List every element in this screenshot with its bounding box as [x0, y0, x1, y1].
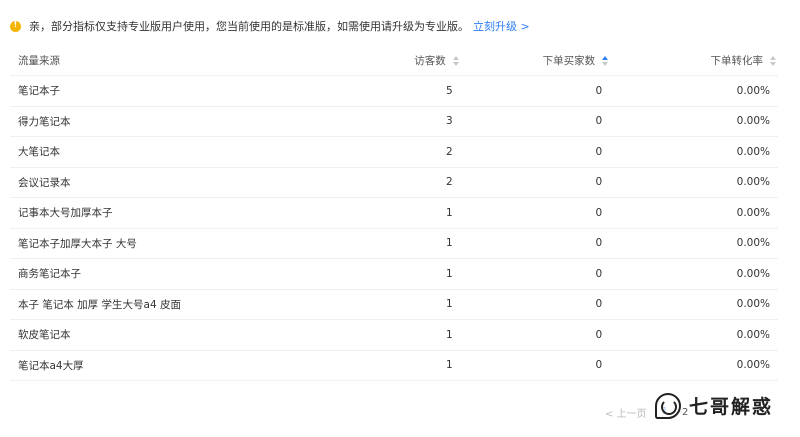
- cell-source: 笔记本a4大厚: [10, 350, 271, 381]
- cell-source: 商务笔记本子: [10, 258, 271, 290]
- column-header-source: 流量来源: [10, 45, 271, 76]
- upgrade-notice: 亲，部分指标仅支持专业版用户使用，您当前使用的是标准版，如需使用请升级为专业版。…: [10, 16, 530, 36]
- column-header-visitors[interactable]: 访客数: [270, 45, 461, 76]
- table-row: 笔记本子 5 0 0.00%: [10, 75, 778, 107]
- table-row: 笔记本a4大厚 1 0 0.00%: [10, 350, 778, 381]
- cell-buyers: 0: [460, 106, 611, 137]
- cell-visitors: 5: [270, 75, 461, 107]
- cell-source: 软皮笔记本: [10, 319, 271, 351]
- cell-conversion: 0.00%: [610, 289, 778, 320]
- column-header-conversion[interactable]: 下单转化率: [610, 45, 778, 76]
- cell-source: 笔记本子加厚大本子 大号: [10, 228, 271, 259]
- watermark: 七哥解惑: [655, 392, 773, 419]
- upgrade-link[interactable]: 立刻升级 >: [473, 18, 530, 34]
- sort-ascending-icon[interactable]: [600, 55, 610, 66]
- table-row: 会议记录本 2 0 0.00%: [10, 167, 778, 198]
- cell-buyers: 0: [460, 289, 611, 320]
- cell-visitors: 1: [270, 289, 461, 320]
- cell-visitors: 1: [270, 258, 461, 290]
- cell-source: 会议记录本: [10, 167, 271, 198]
- cell-source: 得力笔记本: [10, 106, 271, 137]
- cell-source: 记事本大号加厚本子: [10, 197, 271, 229]
- table-row: 记事本大号加厚本子 1 0 0.00%: [10, 197, 778, 229]
- notice-text: 亲，部分指标仅支持专业版用户使用，您当前使用的是标准版，如需使用请升级为专业版。: [29, 20, 469, 33]
- cell-visitors: 1: [270, 228, 461, 259]
- table-row: 大笔记本 2 0 0.00%: [10, 136, 778, 168]
- wechat-logo-icon: [655, 392, 681, 419]
- cell-visitors: 1: [270, 319, 461, 351]
- sort-icon[interactable]: [768, 55, 778, 66]
- table-row: 商务笔记本子 1 0 0.00%: [10, 258, 778, 290]
- table-row: 软皮笔记本 1 0 0.00%: [10, 319, 778, 351]
- sort-icon[interactable]: [451, 55, 461, 66]
- table-row: 笔记本子加厚大本子 大号 1 0 0.00%: [10, 228, 778, 259]
- cell-buyers: 0: [460, 350, 611, 381]
- cell-conversion: 0.00%: [610, 319, 778, 351]
- cell-conversion: 0.00%: [610, 258, 778, 290]
- warning-icon: [10, 20, 21, 32]
- traffic-source-table: 流量来源 访客数 下单买家数 下单转化率 笔记本子 5 0 0.00% 得力笔记…: [10, 45, 778, 381]
- cell-conversion: 0.00%: [610, 106, 778, 137]
- cell-source: 本子 笔记本 加厚 学生大号a4 皮面: [10, 289, 271, 320]
- cell-conversion: 0.00%: [610, 136, 778, 168]
- cell-buyers: 0: [460, 136, 611, 168]
- cell-buyers: 0: [460, 228, 611, 259]
- cell-conversion: 0.00%: [610, 75, 778, 107]
- table-header-row: 流量来源 访客数 下单买家数 下单转化率: [10, 45, 778, 76]
- cell-buyers: 0: [460, 75, 611, 107]
- cell-source: 大笔记本: [10, 136, 271, 168]
- cell-visitors: 1: [270, 350, 461, 381]
- cell-visitors: 1: [270, 197, 461, 229]
- cell-conversion: 0.00%: [610, 228, 778, 259]
- cell-visitors: 3: [270, 106, 461, 137]
- cell-conversion: 0.00%: [610, 167, 778, 198]
- prev-page-button[interactable]: < 上一页: [605, 405, 647, 420]
- table-row: 得力笔记本 3 0 0.00%: [10, 106, 778, 137]
- cell-visitors: 2: [270, 167, 461, 198]
- cell-buyers: 0: [460, 319, 611, 351]
- watermark-text: 七哥解惑: [689, 396, 774, 418]
- cell-buyers: 0: [460, 167, 611, 198]
- column-header-buyers[interactable]: 下单买家数: [460, 45, 611, 76]
- cell-buyers: 0: [460, 197, 611, 229]
- cell-source: 笔记本子: [10, 75, 271, 107]
- table-row: 本子 笔记本 加厚 学生大号a4 皮面 1 0 0.00%: [10, 289, 778, 320]
- cell-visitors: 2: [270, 136, 461, 168]
- cell-conversion: 0.00%: [610, 350, 778, 381]
- cell-buyers: 0: [460, 258, 611, 290]
- cell-conversion: 0.00%: [610, 197, 778, 229]
